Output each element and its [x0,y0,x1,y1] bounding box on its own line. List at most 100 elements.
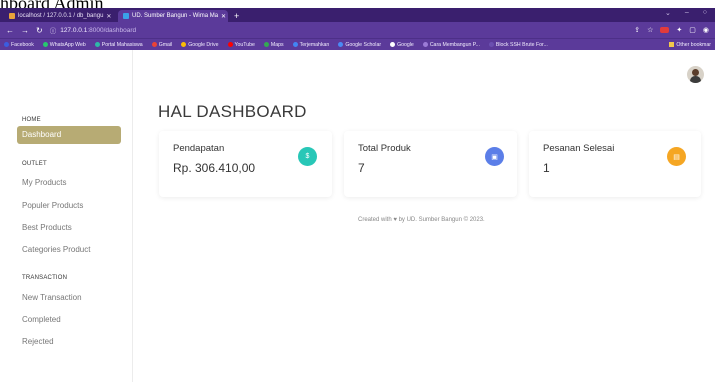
tab-label: UD. Sumber Bangun - Wima Ma [132,13,219,19]
bookmark-favicon-icon [263,42,269,47]
card-total-produk: Total Produk 7 ▣ [344,131,517,197]
bookmark-label: YouTube [234,41,255,48]
bookmark-favicon-icon [151,42,157,47]
dashboard-page: HOME Dashboard OUTLET My Products Popule… [0,50,715,382]
bookmark-label: Google Drive [188,41,219,48]
bookmark-item[interactable]: Gmail [151,41,173,48]
sidebar-item-my-products[interactable]: My Products [22,178,66,187]
bookmarks-bar: Facebook WhatsApp Web Portal Mahasiswa Gmai… [0,38,715,50]
bookmark-item[interactable]: Block SSH Brute For... [488,41,548,48]
forward-icon[interactable]: → [21,26,29,35]
bookmark-item[interactable]: Google Scholar [338,42,381,48]
sidebar-item-new-transaction[interactable]: New Transaction [22,293,82,302]
toolbar-actions: ⇪ ☆ ✦ ▢ ◉ [634,26,709,34]
maximize-icon[interactable]: ○ [703,9,707,17]
box-icon: ▣ [485,147,504,166]
card-value: 7 [358,161,365,175]
tab-dashboard[interactable]: UD. Sumber Bangun - Wima Ma ✕ [118,10,228,22]
tab-phpmyadmin[interactable]: localhost / 127.0.0.1 / db_bangu ✕ [4,10,114,22]
window-controls: ⌄ – ○ [665,9,707,17]
bookmark-item[interactable]: WhatsApp Web [42,41,86,48]
browser-toolbar: ← → ↻ ⓘ 127.0.0.1:8000/dashboard ⇪ ☆ ✦ ▢… [0,22,715,38]
bookmark-star-icon[interactable]: ☆ [647,26,653,34]
new-tab-button[interactable]: + [234,10,239,22]
close-tab-icon[interactable]: ✕ [106,13,111,20]
sidebar: HOME Dashboard OUTLET My Products Popule… [0,50,133,382]
back-icon[interactable]: ← [6,26,14,35]
address-bar[interactable]: ⓘ 127.0.0.1:8000/dashboard [50,25,628,36]
sidebar-heading-transaction: TRANSACTION [22,275,68,281]
bookmark-label: Maps [270,41,284,48]
sidebar-item-best-products[interactable]: Best Products [22,223,72,232]
close-tab-icon[interactable]: ✕ [221,13,226,20]
dollar-icon: $ [298,147,317,166]
card-label: Pendapatan [173,143,225,154]
sidebar-item-completed[interactable]: Completed [22,315,61,324]
bookmark-favicon-icon [4,42,9,47]
card-label: Total Produk [358,143,411,154]
receipt-icon: ▤ [667,147,686,166]
bookmark-favicon-icon [227,42,233,47]
bookmark-label: Portal Mahasiswa [101,41,143,48]
minimize-icon[interactable]: – [685,9,689,17]
bookmark-favicon-icon [390,42,396,47]
bookmark-favicon-icon [42,42,48,47]
bookmark-favicon-icon [292,42,298,47]
phpmyadmin-favicon-icon [9,13,15,19]
profile-icon[interactable]: ◉ [703,26,709,34]
user-avatar[interactable] [687,66,704,83]
card-pendapatan: Pendapatan Rp. 306.410,00 $ [159,131,332,197]
side-panel-icon[interactable]: ▢ [689,26,696,34]
tab-search-icon[interactable]: ⌄ [665,9,671,17]
bookmark-favicon-icon [488,42,494,47]
bookmark-label: WhatsApp Web [49,41,86,48]
sidebar-item-label: Dashboard [22,130,62,139]
browser-window: localhost / 127.0.0.1 / db_bangu ✕ UD. S… [0,8,715,382]
tab-label: localhost / 127.0.0.1 / db_bangu [18,13,104,19]
bookmark-label: Gmail [158,41,173,48]
sidebar-item-rejected[interactable]: Rejected [22,337,54,346]
bookmark-favicon-icon [338,42,344,47]
bookmark-item[interactable]: Portal Mahasiswa [94,41,143,48]
bookmark-item[interactable]: Facebook [4,42,34,48]
avatar-body [690,76,701,83]
tab-strip: localhost / 127.0.0.1 / db_bangu ✕ UD. S… [0,8,715,22]
sidebar-heading-home: HOME [22,117,41,123]
other-bookmarks-label: Other bookmar [676,41,711,48]
bookmark-label: Facebook [11,41,34,48]
site-favicon-icon [123,13,129,19]
document-caption: hboard Admin [0,0,200,8]
bookmark-item[interactable]: Google [390,42,414,48]
bookmark-favicon-icon [422,42,428,47]
card-value: Rp. 306.410,00 [173,161,256,175]
bookmark-item[interactable]: Cara Membangun P... [422,41,480,48]
bookmark-label: Google Scholar [345,41,382,48]
page-footer: Created with ♥ by UD. Sumber Bangun © 20… [358,217,485,223]
bookmark-label: Block SSH Brute For... [495,41,548,48]
avatar-head [692,69,699,76]
sidebar-item-categories-product[interactable]: Categories Product [22,245,90,254]
bookmark-item[interactable]: YouTube [227,41,255,48]
bookmark-item[interactable]: Maps [263,41,284,48]
address-path: :8000/dashboard [87,26,137,34]
card-label: Pesanan Selesai [543,143,615,154]
share-icon[interactable]: ⇪ [634,26,640,34]
site-info-icon[interactable]: ⓘ [50,25,57,35]
bookmark-item[interactable]: Google Drive [181,41,219,48]
address-host: 127.0.0.1 [60,26,88,34]
sidebar-item-populer-products[interactable]: Populer Products [22,201,83,210]
bookmark-label: Google [397,41,414,48]
folder-icon [669,42,675,47]
sidebar-heading-outlet: OUTLET [22,161,47,167]
bookmark-item[interactable]: Terjemahkan [292,41,330,48]
extensions-icon[interactable]: ✦ [676,26,682,34]
card-pesanan-selesai: Pesanan Selesai 1 ▤ [529,131,701,197]
extension-badge-icon[interactable] [660,27,670,33]
sidebar-item-dashboard[interactable]: Dashboard [17,126,121,144]
card-value: 1 [543,161,550,175]
reload-icon[interactable]: ↻ [36,26,43,35]
bookmark-label: Cara Membangun P... [429,41,480,48]
other-bookmarks[interactable]: Other bookmar [669,42,711,48]
bookmark-label: Terjemahkan [299,41,330,48]
bookmark-favicon-icon [94,42,100,47]
